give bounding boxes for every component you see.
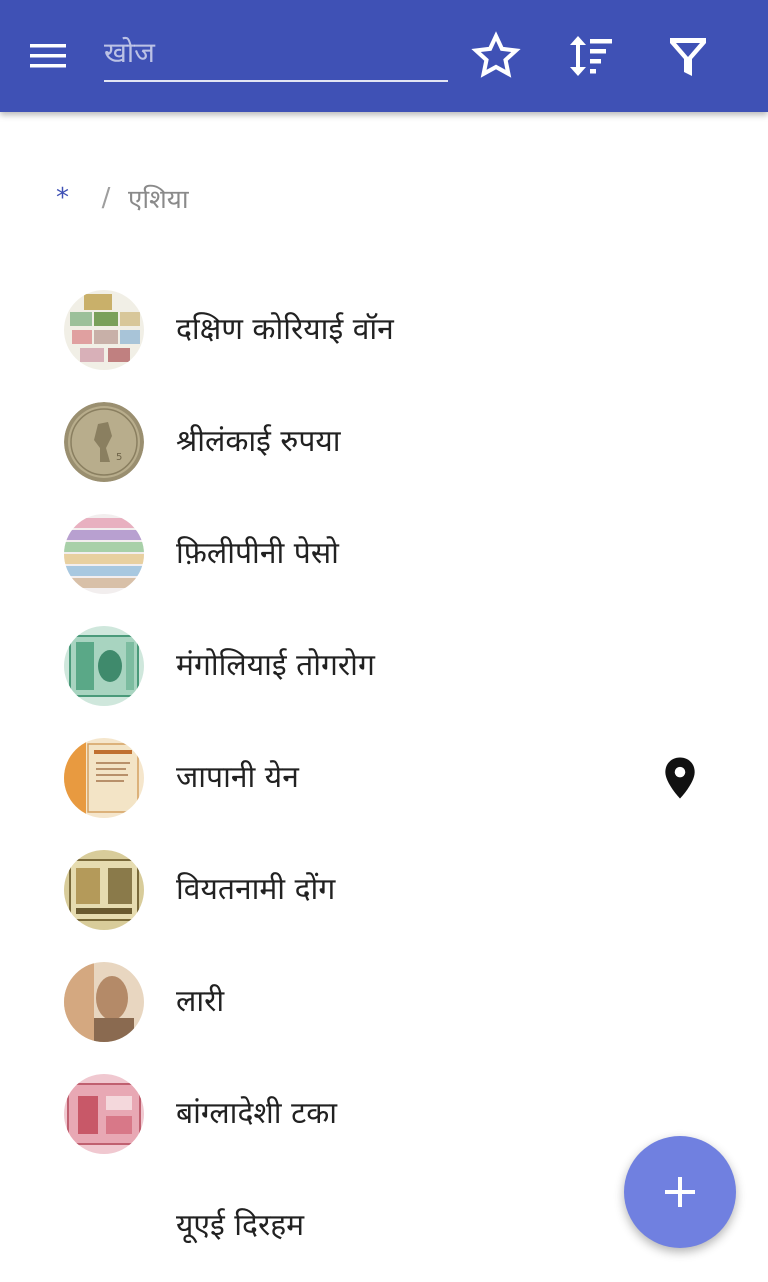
currency-list: दक्षिण कोरियाई वॉन 5 श्रीलंकाई रुपया फ़ि… — [0, 274, 768, 1282]
item-label: लारी — [176, 984, 225, 1019]
item-label: मंगोलियाई तोगरोग — [176, 648, 375, 683]
menu-button[interactable] — [28, 36, 84, 76]
list-item[interactable]: वियतनामी दोंग — [0, 834, 768, 946]
plus-icon — [665, 1177, 695, 1207]
breadcrumb: * / एशिया — [56, 178, 189, 218]
sort-icon — [570, 36, 612, 76]
search-field[interactable] — [104, 28, 448, 82]
list-item[interactable]: 5 श्रीलंकाई रुपया — [0, 386, 768, 498]
thumbnail — [64, 738, 144, 818]
list-item[interactable]: लारी — [0, 946, 768, 1058]
thumbnail — [64, 1074, 144, 1154]
app-bar — [0, 0, 768, 112]
breadcrumb-root[interactable]: * — [56, 183, 84, 213]
item-label: यूएई दिरहम — [176, 1208, 305, 1243]
thumbnail — [64, 962, 144, 1042]
item-label: जापानी येन — [176, 760, 299, 795]
breadcrumb-separator: / — [101, 183, 111, 213]
star-outline-icon — [471, 31, 521, 78]
filter-icon — [670, 38, 706, 76]
svg-text:5: 5 — [116, 452, 122, 463]
breadcrumb-current: एशिया — [128, 185, 189, 215]
thumbnail — [64, 626, 144, 706]
search-input[interactable] — [104, 28, 448, 76]
thumbnail: 5 — [64, 402, 144, 482]
sort-button[interactable] — [566, 30, 618, 82]
favorites-button[interactable] — [470, 30, 522, 82]
list-item[interactable]: दक्षिण कोरियाई वॉन — [0, 274, 768, 386]
thumbnail — [64, 290, 144, 370]
item-label: बांग्लादेशी टका — [176, 1096, 338, 1131]
list-item[interactable]: फ़िलीपीनी पेसो — [0, 498, 768, 610]
item-label: वियतनामी दोंग — [176, 872, 336, 907]
list-item[interactable]: जापानी येन — [0, 722, 768, 834]
add-button[interactable] — [624, 1136, 736, 1248]
list-item[interactable]: मंगोलियाई तोगरोग — [0, 610, 768, 722]
hamburger-menu-icon — [30, 44, 66, 68]
filter-button[interactable] — [662, 30, 714, 82]
location-pin-button[interactable] — [662, 756, 698, 800]
location-pin-icon — [665, 757, 695, 799]
item-label: फ़िलीपीनी पेसो — [176, 536, 339, 571]
item-label: श्रीलंकाई रुपया — [176, 424, 341, 459]
thumbnail — [64, 514, 144, 594]
item-label: दक्षिण कोरियाई वॉन — [176, 312, 394, 347]
thumbnail — [64, 850, 144, 930]
